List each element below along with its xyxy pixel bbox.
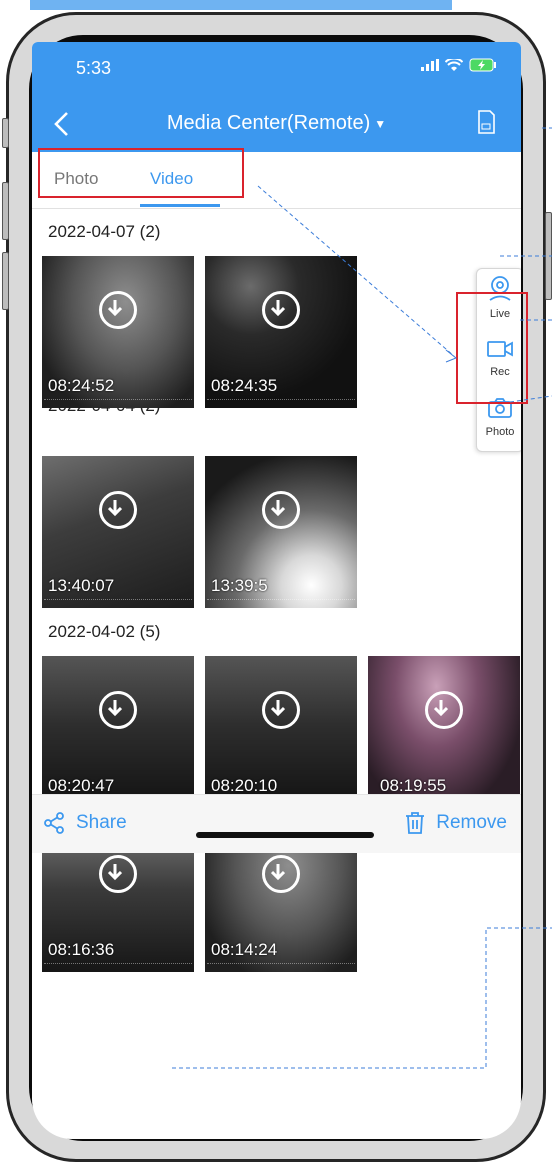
- video-timestamp: 08:16:36: [48, 940, 115, 959]
- download-icon[interactable]: [262, 491, 300, 529]
- nav-bar: Media Center(Remote) ▼: [32, 96, 521, 152]
- nav-title: Media Center(Remote): [166, 112, 371, 134]
- video-thumbnail[interactable]: 08:19:55: [368, 656, 520, 808]
- video-thumbnail[interactable]: 08:24:52: [42, 256, 194, 408]
- top-highlight-strip: [30, 0, 452, 10]
- download-icon[interactable]: [262, 855, 300, 893]
- mute-switch: [2, 118, 9, 148]
- remove-button[interactable]: Remove: [404, 811, 507, 835]
- status-time: 5:33: [76, 58, 112, 78]
- download-icon[interactable]: [99, 291, 137, 329]
- video-timestamp: 08:24:52: [48, 376, 115, 395]
- caret-down-icon: ▼: [374, 116, 387, 131]
- video-thumbnail[interactable]: 08:20:47: [42, 656, 194, 808]
- video-thumbnail[interactable]: 08:20:10: [205, 656, 357, 808]
- overlay-caption: [44, 963, 192, 970]
- home-indicator: [196, 832, 374, 838]
- video-timestamp: 08:14:24: [211, 940, 278, 959]
- download-icon[interactable]: [99, 691, 137, 729]
- battery-charging-icon: [469, 58, 496, 72]
- photo-capture-label: Photo: [485, 426, 515, 438]
- active-tab-indicator: [140, 204, 220, 207]
- tabs-highlight-box: [38, 148, 244, 198]
- video-thumbnail[interactable]: 08:24:35: [205, 256, 357, 408]
- download-icon[interactable]: [99, 491, 137, 529]
- video-timestamp: 08:20:47: [48, 776, 115, 795]
- nav-title-dropdown[interactable]: Media Center(Remote) ▼: [32, 112, 521, 135]
- power-button: [545, 212, 552, 300]
- video-timestamp: 13:40:07: [48, 576, 115, 595]
- download-icon[interactable]: [99, 855, 137, 893]
- video-thumbnail[interactable]: 13:40:07: [42, 456, 194, 608]
- trash-icon: [406, 812, 425, 834]
- share-button[interactable]: Share: [42, 811, 127, 835]
- video-timestamp: 08:19:55: [380, 776, 447, 795]
- status-icons: [421, 58, 497, 72]
- download-icon[interactable]: [262, 291, 300, 329]
- video-timestamp: 13:39:5: [211, 576, 268, 595]
- sd-card-icon[interactable]: [477, 110, 495, 134]
- remove-label: Remove: [436, 812, 507, 833]
- signal-icon: [421, 59, 439, 71]
- app-screen: 5:33 Media Center(Remote) ▼ Photo Video …: [32, 42, 521, 1139]
- volume-down-button: [2, 252, 9, 310]
- video-thumbnail[interactable]: 13:39:5: [205, 456, 357, 608]
- video-timestamp: 08:24:35: [211, 376, 278, 395]
- download-icon[interactable]: [425, 691, 463, 729]
- capture-highlight-box: [456, 292, 528, 404]
- date-heading: 2022-04-07 (2): [48, 222, 161, 241]
- download-icon[interactable]: [262, 691, 300, 729]
- share-icon: [44, 812, 64, 834]
- overlay-caption: [44, 599, 192, 606]
- date-heading: 2022-04-02 (5): [48, 622, 161, 641]
- wifi-icon: [445, 58, 463, 71]
- bottom-action-bar: Share Remove: [32, 794, 521, 853]
- volume-up-button: [2, 182, 9, 240]
- share-label: Share: [76, 812, 127, 833]
- overlay-caption: [207, 599, 355, 606]
- status-bar: 5:33: [32, 42, 521, 96]
- overlay-caption: [44, 399, 192, 406]
- overlay-caption: [207, 963, 355, 970]
- video-timestamp: 08:20:10: [211, 776, 278, 795]
- overlay-caption: [207, 399, 355, 406]
